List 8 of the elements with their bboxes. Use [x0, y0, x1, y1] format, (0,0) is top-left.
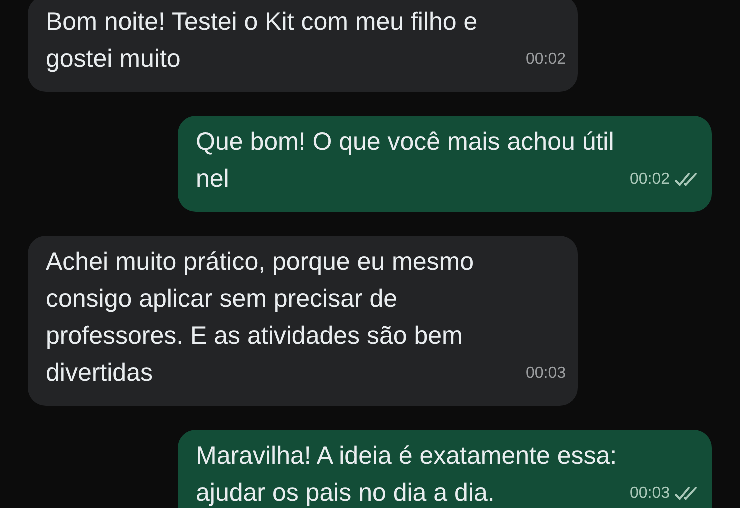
message-time: 00:02 — [630, 170, 670, 190]
message-time: 00:03 — [630, 484, 670, 504]
message-text: Maravilha! A ideia é exatamente essa: ajudar os pais no dia a dia. — [196, 441, 618, 508]
message-text: Bom noite! Testei o Kit com meu filho e gostei muito — [46, 7, 479, 75]
message-text: Achei muito prático, porque eu mesmo consigo aplicar sem precisar de professores. E as atividades são bem divertidas — [46, 247, 475, 389]
message-text: Que bom! O que você mais achou útil nel — [196, 127, 616, 195]
message-time: 00:03 — [526, 364, 566, 384]
message-time: 00:02 — [526, 50, 566, 70]
